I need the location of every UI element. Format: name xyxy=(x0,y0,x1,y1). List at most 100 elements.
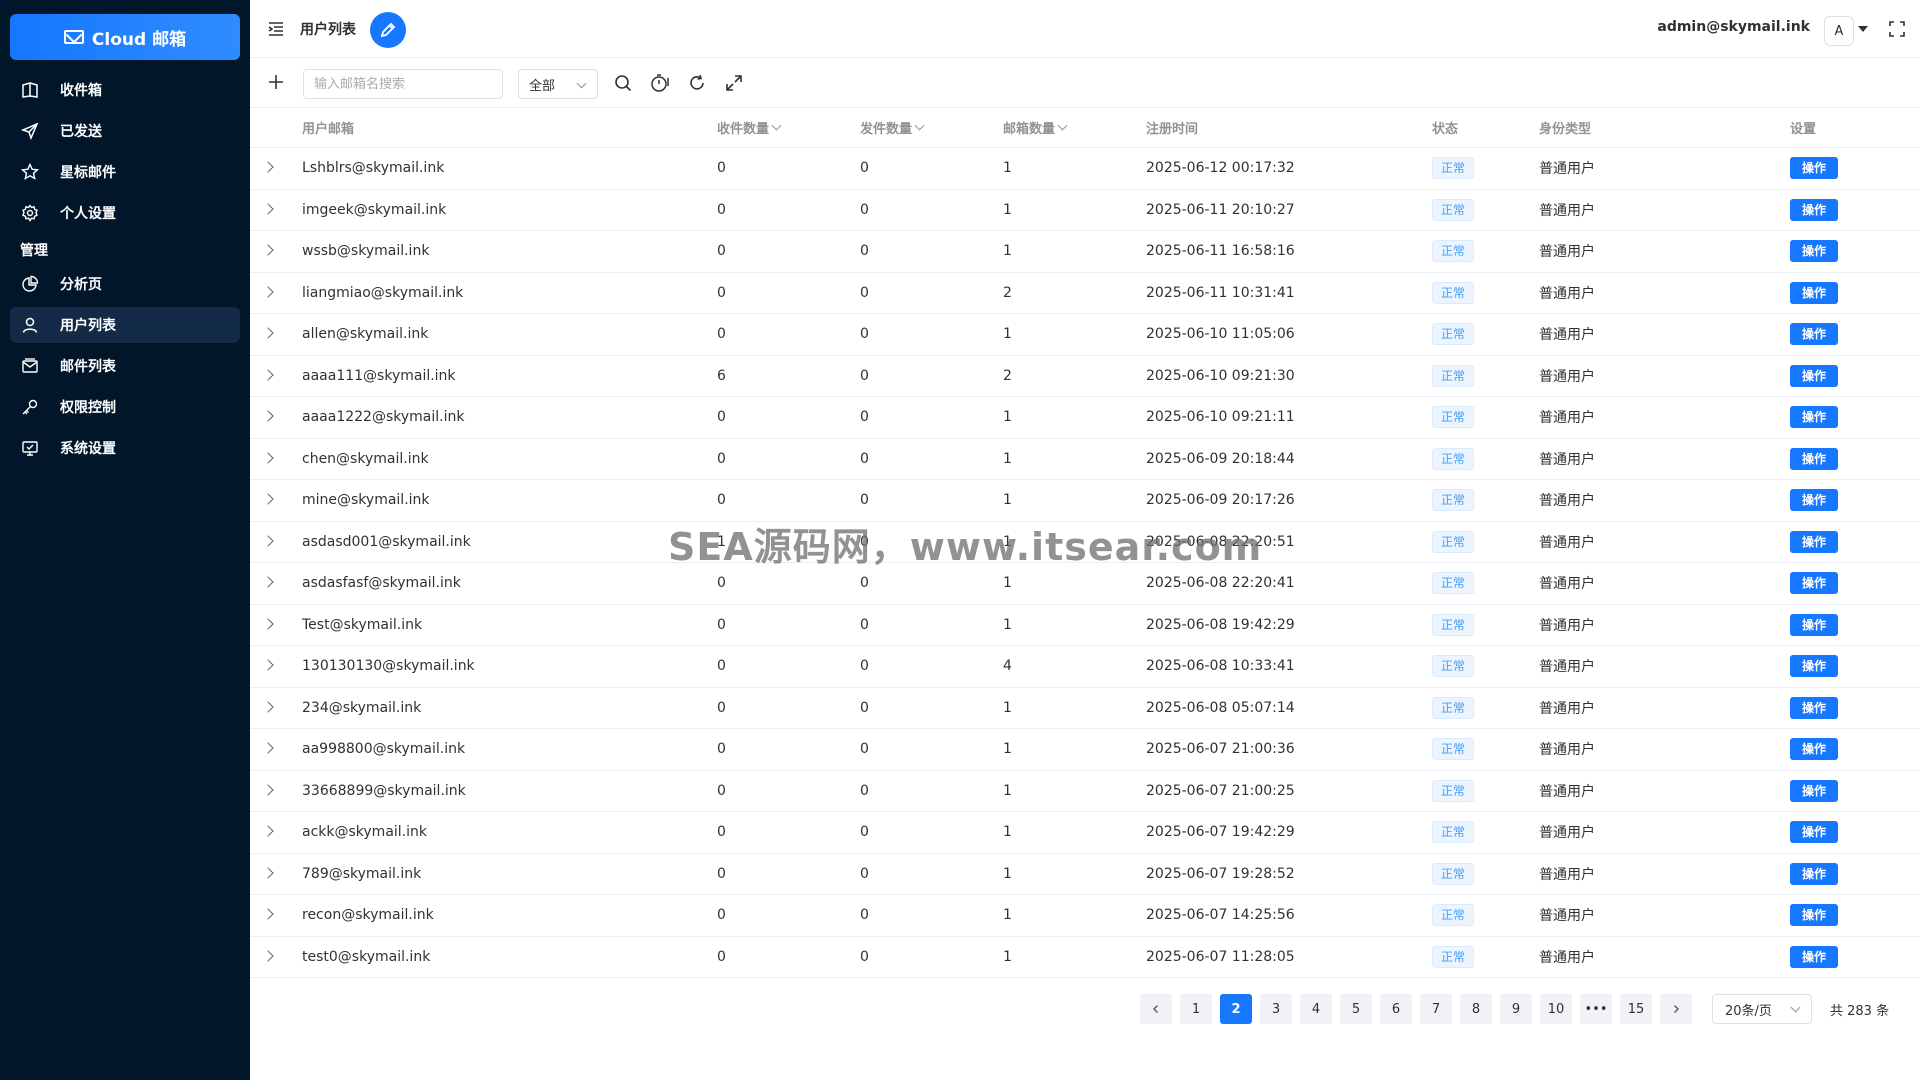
avatar[interactable]: A xyxy=(1824,16,1854,46)
cell-mailbox-count: 2 xyxy=(1003,284,1012,301)
page-button[interactable]: 10 xyxy=(1540,994,1572,1024)
table-row: aa998800@skymail.ink 0 0 1 2025-06-07 21:00:… xyxy=(250,729,1920,771)
action-button[interactable]: 操作 xyxy=(1790,779,1839,802)
cell-mailbox-count: 1 xyxy=(1003,948,1012,965)
action-button[interactable]: 操作 xyxy=(1790,157,1839,180)
action-button[interactable]: 操作 xyxy=(1790,489,1839,512)
cell-register-time: 2025-06-07 14:25:56 xyxy=(1146,907,1295,924)
expand-row-icon[interactable] xyxy=(262,368,274,381)
expand-row-icon[interactable] xyxy=(262,659,274,671)
page-button[interactable]: 7 xyxy=(1420,994,1452,1024)
col-send[interactable]: 发件数量 xyxy=(860,108,923,147)
expand-row-icon[interactable] xyxy=(262,410,274,422)
expand-row-icon[interactable] xyxy=(262,244,274,256)
cell-send-count: 0 xyxy=(860,782,869,799)
mail-list-icon xyxy=(20,356,40,376)
action-button[interactable]: 操作 xyxy=(1790,364,1839,387)
search-icon[interactable] xyxy=(613,73,633,93)
brand-button[interactable]: Cloud 邮箱 xyxy=(10,14,240,60)
col-mailbox[interactable]: 邮箱数量 xyxy=(1003,108,1066,147)
expand-row-icon[interactable] xyxy=(262,161,274,173)
cell-role: 普通用户 xyxy=(1539,327,1595,344)
action-button[interactable]: 操作 xyxy=(1790,323,1839,346)
expand-row-icon[interactable] xyxy=(262,327,274,339)
page-button[interactable]: 5 xyxy=(1340,994,1372,1024)
expand-row-icon[interactable] xyxy=(262,285,274,298)
cell-role: 普通用户 xyxy=(1539,534,1595,551)
expand-row-icon[interactable] xyxy=(262,576,274,588)
action-button[interactable]: 操作 xyxy=(1790,613,1839,636)
page-button[interactable]: 8 xyxy=(1460,994,1492,1024)
prev-page-button[interactable] xyxy=(1140,994,1172,1024)
cell-settings: 操作 xyxy=(1790,522,1839,563)
action-button[interactable]: 操作 xyxy=(1790,821,1839,844)
sidebar-item-settings[interactable]: 个人设置 xyxy=(10,195,240,231)
action-button[interactable]: 操作 xyxy=(1790,738,1839,761)
col-role: 身份类型 xyxy=(1539,122,1592,137)
timer-icon[interactable] xyxy=(649,73,669,93)
cell-register-time: 2025-06-09 20:17:26 xyxy=(1146,492,1295,509)
action-button[interactable]: 操作 xyxy=(1790,904,1839,927)
expand-row-icon[interactable] xyxy=(262,825,274,837)
action-button[interactable]: 操作 xyxy=(1790,655,1839,678)
page-size-select[interactable]: 20条/页 xyxy=(1712,994,1812,1024)
status-badge: 正常 xyxy=(1432,738,1475,761)
sidebar-item-system-settings[interactable]: 系统设置 xyxy=(10,430,240,466)
expand-row-icon[interactable] xyxy=(262,949,274,962)
search-input[interactable] xyxy=(303,69,503,99)
expand-row-icon[interactable] xyxy=(262,783,274,796)
col-recv[interactable]: 收件数量 xyxy=(717,108,780,147)
action-button[interactable]: 操作 xyxy=(1790,406,1839,429)
sidebar-item-permissions[interactable]: 权限控制 xyxy=(10,389,240,425)
cell-role: 普通用户 xyxy=(1539,866,1595,883)
action-button[interactable]: 操作 xyxy=(1790,447,1839,470)
table-row: mine@skymail.ink 0 0 1 2025-06-09 20:17:26 正常… xyxy=(250,480,1920,522)
chevron-down-icon xyxy=(576,78,587,89)
page-button[interactable]: 4 xyxy=(1300,994,1332,1024)
sidebar-item-sent[interactable]: 已发送 xyxy=(10,113,240,149)
page-button[interactable]: 1 xyxy=(1180,994,1212,1024)
menu-toggle-icon[interactable] xyxy=(266,19,286,39)
expand-row-icon[interactable] xyxy=(262,866,274,879)
sidebar-item-inbox[interactable]: 收件箱 xyxy=(10,72,240,108)
cell-role: 普通用户 xyxy=(1539,742,1595,759)
page-button[interactable]: 6 xyxy=(1380,994,1412,1024)
status-filter-select[interactable]: 全部 xyxy=(518,69,598,99)
page-button[interactable]: 15 xyxy=(1620,994,1652,1024)
action-button[interactable]: 操作 xyxy=(1790,572,1839,595)
expand-row-icon[interactable] xyxy=(262,700,274,713)
sidebar-item-analytics[interactable]: 分析页 xyxy=(10,266,240,302)
sidebar-item-starred[interactable]: 星标邮件 xyxy=(10,154,240,190)
expand-row-icon[interactable] xyxy=(262,534,274,547)
more-pages-button[interactable]: ••• xyxy=(1580,994,1612,1024)
expand-row-icon[interactable] xyxy=(262,617,274,630)
action-button[interactable]: 操作 xyxy=(1790,696,1839,719)
page-button[interactable]: 3 xyxy=(1260,994,1292,1024)
expand-row-icon[interactable] xyxy=(262,202,274,215)
cell-email: asdasd001@skymail.ink xyxy=(302,533,471,550)
page-button[interactable]: 9 xyxy=(1500,994,1532,1024)
refresh-icon[interactable] xyxy=(687,73,707,93)
expand-row-icon[interactable] xyxy=(262,742,274,754)
action-button[interactable]: 操作 xyxy=(1790,240,1839,263)
expand-row-icon[interactable] xyxy=(262,451,274,464)
fullscreen-icon[interactable] xyxy=(1888,20,1906,38)
action-button[interactable]: 操作 xyxy=(1790,862,1839,885)
action-button[interactable]: 操作 xyxy=(1790,945,1839,968)
expand-row-icon[interactable] xyxy=(262,493,274,505)
status-badge: 正常 xyxy=(1432,489,1475,512)
sidebar-item-users[interactable]: 用户列表 xyxy=(10,307,240,343)
sidebar-item-mail-list[interactable]: 邮件列表 xyxy=(10,348,240,384)
col-email: 用户邮箱 xyxy=(302,122,355,137)
action-button[interactable]: 操作 xyxy=(1790,198,1839,221)
action-button[interactable]: 操作 xyxy=(1790,530,1839,553)
expand-icon[interactable] xyxy=(724,73,744,93)
next-page-button[interactable] xyxy=(1660,994,1692,1024)
action-button[interactable]: 操作 xyxy=(1790,281,1839,304)
expand-row-icon[interactable] xyxy=(262,908,274,920)
compose-button[interactable] xyxy=(370,12,406,48)
chevron-right-icon xyxy=(1673,1004,1680,1014)
add-user-button[interactable] xyxy=(266,72,286,92)
page-button[interactable]: 2 xyxy=(1220,994,1252,1024)
caret-down-icon[interactable] xyxy=(1858,26,1868,32)
